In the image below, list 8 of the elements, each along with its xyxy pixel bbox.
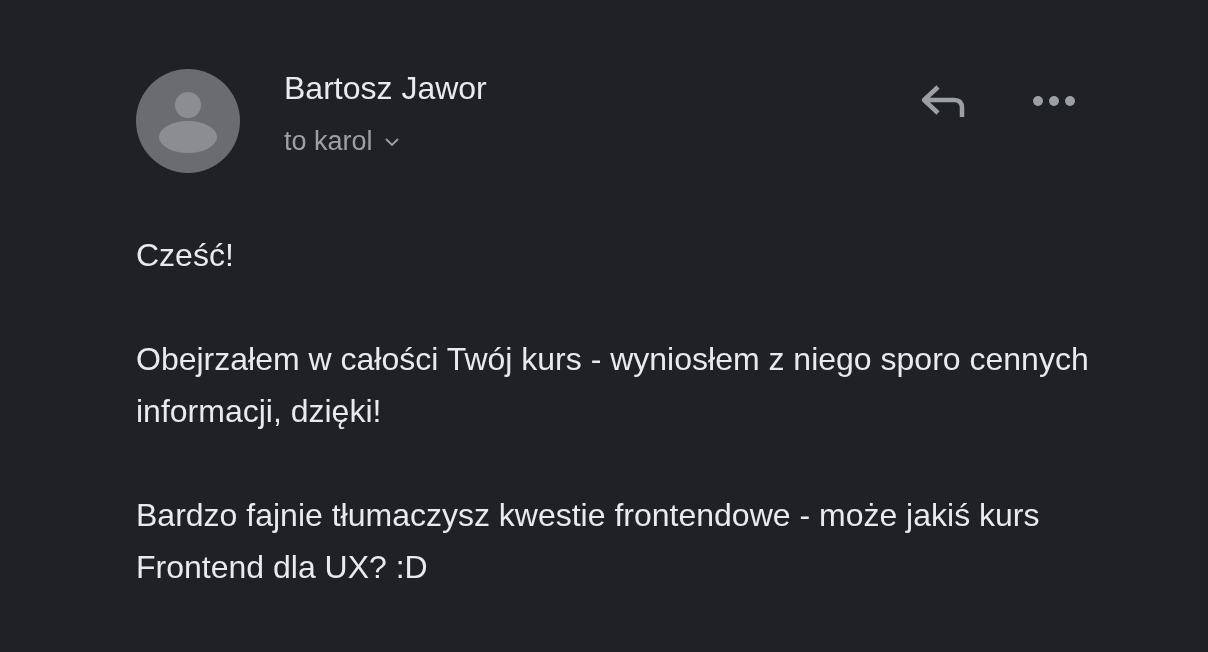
chevron-icon	[384, 136, 399, 147]
message-paragraph: Obejrzałem w całości Twój kurs - wyniosłem z niego sporo cennych informacji, dzięki!	[136, 340, 1090, 431]
message-paragraph: Cześć!	[136, 236, 235, 275]
avatar-icon	[136, 69, 240, 173]
message-paragraph: Bardzo fajnie tłumaczysz kwestie frontendowe - może jakiś kurs Frontend dla UX? :D	[136, 496, 1041, 587]
sender-name: Bartosz Jawor	[284, 69, 488, 107]
recipients-toggle[interactable]: to karol	[284, 126, 399, 157]
more-options-button[interactable]	[1032, 95, 1076, 107]
